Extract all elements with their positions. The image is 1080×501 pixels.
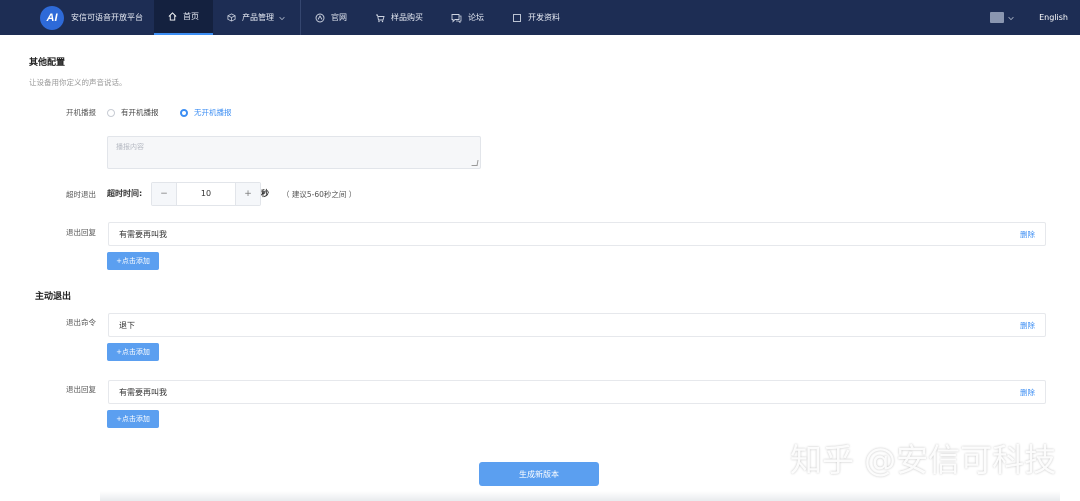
active-exit-reply-row[interactable]: 有需要再叫我 删除: [108, 380, 1046, 404]
main-content: 其他配置 让设备用你定义的声音说话。 开机播报 有开机播报 无开机播报 播报内容…: [0, 35, 1080, 501]
radio-label: 有开机播报: [121, 108, 159, 117]
timeout-value-input[interactable]: 10: [176, 183, 236, 205]
timeout-time-label: 超时时间:: [107, 189, 143, 198]
delete-link[interactable]: 删除: [1020, 387, 1035, 398]
nav-forum[interactable]: 论坛: [437, 0, 498, 35]
timeout-stepper: − 10 +: [151, 182, 261, 206]
boot-broadcast-label: 开机播报: [66, 108, 96, 117]
resize-grip-icon[interactable]: [471, 160, 479, 166]
cart-icon: [376, 14, 385, 22]
add-exit-command-button[interactable]: +点击添加: [107, 343, 159, 361]
logo-mark: AI: [40, 5, 64, 30]
broadcast-content-textarea[interactable]: 播报内容: [107, 136, 481, 169]
decrement-button[interactable]: −: [152, 183, 176, 205]
globe-icon: [315, 13, 325, 22]
exit-command-row[interactable]: 退下 删除: [108, 313, 1046, 337]
delete-link[interactable]: 删除: [1020, 320, 1035, 331]
nav-home-label: 首页: [183, 12, 199, 21]
nav-sample-purchase-label: 样品购买: [391, 13, 423, 22]
increment-button[interactable]: +: [236, 183, 260, 205]
exit-reply-text: 有需要再叫我: [119, 229, 167, 239]
nav-dev-docs-label: 开发资料: [528, 13, 560, 22]
nav-forum-label: 论坛: [468, 13, 484, 22]
exit-command-label: 退出命令: [66, 318, 96, 327]
bottom-shadow: [100, 491, 1060, 501]
timeout-hint: （ 建议5-60秒之间 ）: [282, 190, 357, 199]
delete-link[interactable]: 删除: [1020, 229, 1035, 240]
english-link[interactable]: English: [1039, 13, 1068, 22]
radio-with-boot-broadcast[interactable]: 有开机播报: [107, 107, 159, 118]
nav-official-site[interactable]: 官网: [301, 0, 361, 35]
active-exit-reply-text: 有需要再叫我: [119, 387, 167, 397]
chat-icon: [451, 13, 462, 23]
home-icon: [168, 12, 177, 21]
logo-text: 安信可语音开放平台: [71, 13, 143, 22]
radio-dot: [107, 108, 115, 117]
cube-icon: [227, 13, 236, 22]
textarea-placeholder: 播报内容: [116, 143, 144, 151]
other-config-title: 其他配置: [29, 58, 66, 68]
nav-product-management-label: 产品管理: [242, 13, 274, 22]
timeout-exit-label: 超时退出: [66, 190, 96, 199]
flag-icon: [990, 12, 1005, 23]
radio-no-boot-broadcast[interactable]: 无开机播报: [180, 107, 232, 118]
active-exit-title: 主动退出: [35, 292, 72, 302]
nav-sample-purchase[interactable]: 样品购买: [361, 0, 437, 35]
chevron-down-icon: [279, 16, 285, 20]
radio-label: 无开机播报: [194, 108, 232, 117]
exit-reply-row[interactable]: 有需要再叫我 删除: [108, 222, 1046, 246]
add-active-exit-reply-button[interactable]: +点击添加: [107, 410, 159, 428]
exit-reply-label: 退出回复: [66, 228, 96, 237]
nav-home[interactable]: 首页: [154, 0, 213, 35]
logo[interactable]: AI 安信可语音开放平台: [40, 0, 154, 35]
nav-dev-docs[interactable]: 开发资料: [498, 0, 574, 35]
active-exit-reply-label: 退出回复: [66, 385, 96, 394]
generate-new-version-button[interactable]: 生成新版本: [479, 462, 599, 486]
radio-dot: [180, 108, 188, 117]
watermark: 知乎 @安信可科技: [790, 441, 1057, 479]
exit-command-text: 退下: [119, 320, 135, 330]
add-exit-reply-button[interactable]: +点击添加: [107, 252, 159, 270]
top-nav-bar: AI 安信可语音开放平台 首页 产品管理 官网 样品购买 论坛 开发资料 Eng…: [0, 0, 1080, 35]
doc-icon: [513, 13, 521, 22]
chevron-down-icon: [1008, 16, 1014, 20]
seconds-unit: 秒: [261, 189, 269, 198]
nav-official-site-label: 官网: [331, 13, 347, 22]
nav-product-management[interactable]: 产品管理: [213, 0, 300, 35]
other-config-description: 让设备用你定义的声音说话。: [29, 78, 127, 87]
language-flag-select[interactable]: [990, 12, 1015, 23]
